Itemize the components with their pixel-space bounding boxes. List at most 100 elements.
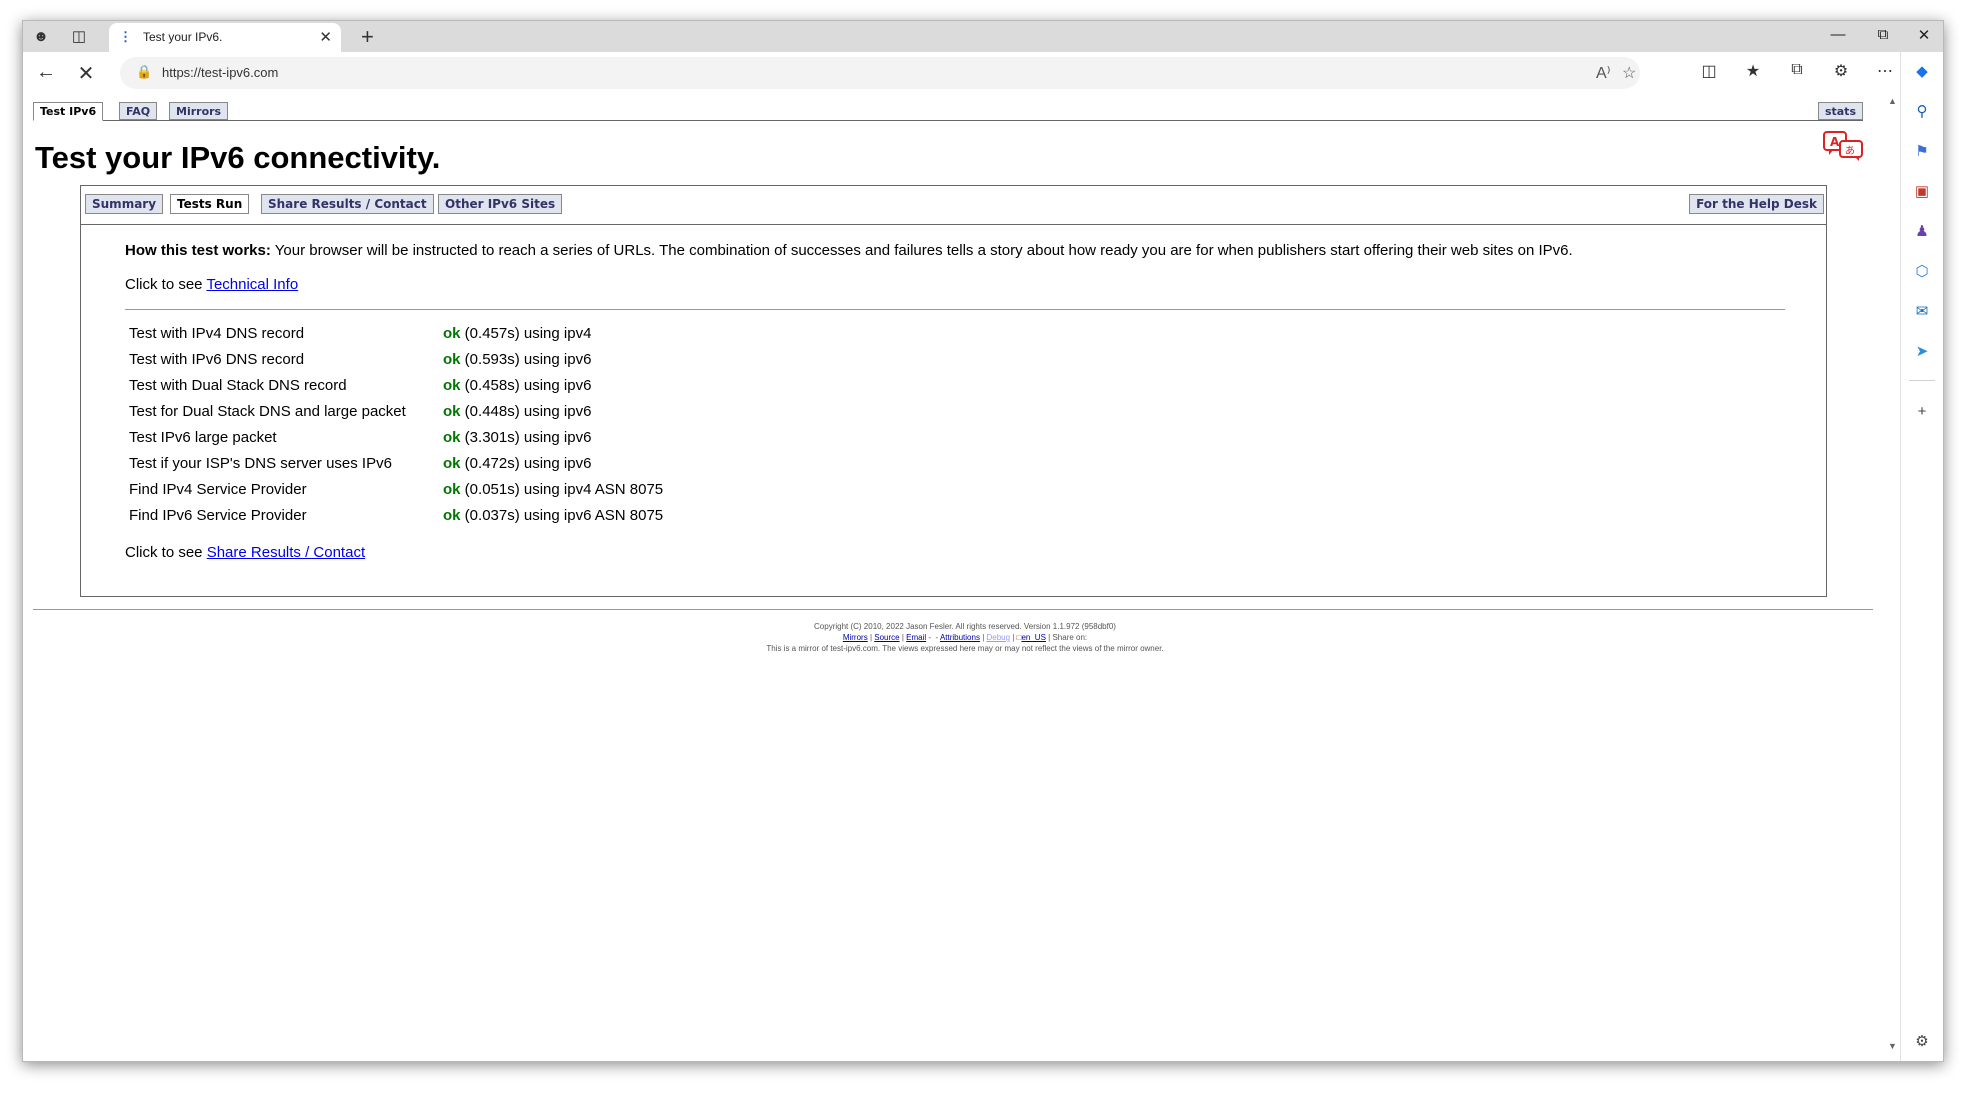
test-result: ok (0.593s) using ipv6 <box>439 346 667 372</box>
scroll-up-icon[interactable]: ▲ <box>1888 96 1897 106</box>
minimize-icon[interactable]: — <box>1823 26 1853 43</box>
table-row: Test IPv6 large packet ok (3.301s) using … <box>125 424 667 450</box>
how-it-works-text: How this test works: Your browser will b… <box>125 242 1573 259</box>
add-sidebar-item-icon[interactable]: + <box>1912 402 1932 422</box>
collections-icon[interactable]: ⧉ <box>1785 61 1809 79</box>
site-nav-tabs: Test IPv6 FAQ Mirrors stats <box>33 102 1863 121</box>
mirrors-link[interactable]: Mirrors <box>843 633 868 642</box>
browser-tab[interactable]: ⋮ Test your IPv6. ✕ <box>109 23 341 52</box>
status-ok: ok <box>443 324 461 342</box>
source-link[interactable]: Source <box>874 633 899 642</box>
share-results-line: Click to see Share Results / Contact <box>125 544 365 561</box>
test-result: ok (0.472s) using ipv6 <box>439 450 667 476</box>
status-ok: ok <box>443 376 461 394</box>
results-tabs: Summary Tests Run Share Results / Contac… <box>81 186 1826 225</box>
url-text[interactable]: https://test-ipv6.com <box>162 65 278 80</box>
locale-link[interactable]: en_US <box>1021 633 1045 642</box>
debug-link[interactable]: Debug <box>987 633 1011 642</box>
stop-loading-icon[interactable]: ✕ <box>73 61 99 86</box>
test-result: ok (0.051s) using ipv4 ASN 8075 <box>439 476 667 502</box>
footer: Copyright (C) 2010, 2022 Jason Fesler. A… <box>23 621 1907 654</box>
technical-info-line: Click to see Technical Info <box>125 276 298 293</box>
outlook-icon[interactable]: ✉ <box>1912 302 1932 322</box>
extensions-icon[interactable]: ⚙ <box>1829 61 1853 81</box>
profile-icon[interactable]: ☻ <box>31 27 51 47</box>
address-bar[interactable]: 🔒 https://test-ipv6.com A⁾ ☆ <box>120 57 1640 89</box>
test-result: ok (3.301s) using ipv6 <box>439 424 667 450</box>
read-aloud-icon[interactable]: A⁾ <box>1596 63 1611 83</box>
restore-icon[interactable]: ⧉ <box>1868 26 1898 43</box>
how-it-works-label: How this test works: <box>125 242 271 259</box>
results-panel: Summary Tests Run Share Results / Contac… <box>80 185 1827 597</box>
close-icon[interactable]: ✕ <box>1909 26 1939 44</box>
test-detail: (0.593s) using ipv6 <box>460 350 592 368</box>
test-name: Find IPv6 Service Provider <box>129 506 307 524</box>
page-scrollbar[interactable]: ▲ ▼ <box>1886 94 1900 1061</box>
footer-divider <box>33 609 1873 610</box>
table-row: Find IPv4 Service Provider ok (0.051s) us… <box>125 476 667 502</box>
table-row: Test with IPv6 DNS record ok (0.593s) usi… <box>125 346 667 372</box>
svg-text:あ: あ <box>1845 145 1855 157</box>
table-row: Find IPv6 Service Provider ok (0.037s) us… <box>125 502 667 528</box>
web-page: Test IPv6 FAQ Mirrors stats Test your IP… <box>23 94 1885 1061</box>
split-screen-icon[interactable]: ◫ <box>1697 61 1721 81</box>
favorites-icon[interactable]: ★ <box>1741 61 1765 81</box>
back-icon[interactable]: ← <box>33 61 59 84</box>
test-detail: (0.457s) using ipv4 <box>460 324 592 342</box>
mirror-note: This is a mirror of test-ipv6.com. The v… <box>766 644 1164 653</box>
tab-mirrors[interactable]: Mirrors <box>169 102 229 120</box>
favorite-star-icon[interactable]: ☆ <box>1622 63 1636 83</box>
shopping-tag-icon[interactable]: ⚑ <box>1912 142 1932 162</box>
microsoft-365-icon[interactable]: ⬡ <box>1912 262 1932 282</box>
status-ok: ok <box>443 480 461 498</box>
copyright-text: Copyright (C) 2010, 2022 Jason Fesler. A… <box>814 622 1116 631</box>
test-name: Test if your ISP's DNS server uses IPv6 <box>129 454 392 472</box>
search-icon[interactable]: ⚲ <box>1912 102 1932 122</box>
edge-sidebar: ◆ ⚲ ⚑ ▣ ♟ ⬡ ✉ ➤ + ⚙ <box>1900 52 1943 1061</box>
tab-tests-run[interactable]: Tests Run <box>170 194 250 214</box>
scroll-down-icon[interactable]: ▼ <box>1888 1041 1897 1051</box>
technical-info-link[interactable]: Technical Info <box>206 276 298 293</box>
table-row: Test with Dual Stack DNS record ok (0.458… <box>125 372 667 398</box>
test-result: ok (0.457s) using ipv4 <box>439 320 667 346</box>
tools-briefcase-icon[interactable]: ▣ <box>1912 182 1932 202</box>
more-menu-icon[interactable]: ⋯ <box>1873 61 1897 81</box>
test-result: ok (0.037s) using ipv6 ASN 8075 <box>439 502 667 528</box>
tab-help-desk[interactable]: For the Help Desk <box>1689 194 1824 214</box>
divider <box>125 309 1785 310</box>
footer-links: Mirrors | Source | Email - - Attribution… <box>842 633 1088 642</box>
browser-window: ☻ ◫ ⋮ Test your IPv6. ✕ + — ⧉ ✕ ← ✕ 🔒 ht… <box>22 20 1944 1062</box>
status-ok: ok <box>443 350 461 368</box>
table-row: Test for Dual Stack DNS and large packet… <box>125 398 667 424</box>
address-bar-row: ← ✕ 🔒 https://test-ipv6.com A⁾ ☆ ◫ ★ ⧉ ⚙… <box>23 52 1943 94</box>
tab-other-ipv6-sites[interactable]: Other IPv6 Sites <box>438 194 563 214</box>
drop-send-icon[interactable]: ➤ <box>1912 342 1932 362</box>
tab-strip: ☻ ◫ ⋮ Test your IPv6. ✕ + — ⧉ ✕ <box>23 21 1943 52</box>
svg-text:A: A <box>1830 135 1840 149</box>
games-icon[interactable]: ♟ <box>1912 222 1932 242</box>
tab-test-ipv6[interactable]: Test IPv6 <box>33 102 104 121</box>
attributions-link[interactable]: Attributions <box>940 633 980 642</box>
tab-faq[interactable]: FAQ <box>119 102 158 120</box>
tab-stats[interactable]: stats <box>1817 102 1863 120</box>
copilot-icon[interactable]: ◆ <box>1912 62 1932 82</box>
new-tab-button[interactable]: + <box>361 24 374 50</box>
test-detail: (0.051s) using ipv4 ASN 8075 <box>460 480 664 498</box>
test-detail: (0.448s) using ipv6 <box>460 402 592 420</box>
email-link[interactable]: Email <box>906 633 926 642</box>
status-ok: ok <box>443 454 461 472</box>
tab-summary[interactable]: Summary <box>85 194 164 214</box>
click-to-see-label: Click to see <box>125 544 207 561</box>
share-results-link[interactable]: Share Results / Contact <box>207 544 365 561</box>
tab-share-results[interactable]: Share Results / Contact <box>261 194 434 214</box>
tab-close-icon[interactable]: ✕ <box>319 28 332 46</box>
tab-actions-icon[interactable]: ◫ <box>69 27 89 47</box>
sidebar-divider <box>1909 380 1935 381</box>
test-detail: (0.472s) using ipv6 <box>460 454 592 472</box>
lock-icon[interactable]: 🔒 <box>136 64 152 80</box>
sidebar-settings-icon[interactable]: ⚙ <box>1912 1032 1932 1052</box>
table-row: Test if your ISP's DNS server uses IPv6 o… <box>125 450 667 476</box>
test-result: ok (0.448s) using ipv6 <box>439 398 667 424</box>
status-ok: ok <box>443 506 461 524</box>
translate-icon[interactable]: A あ <box>1823 130 1865 162</box>
